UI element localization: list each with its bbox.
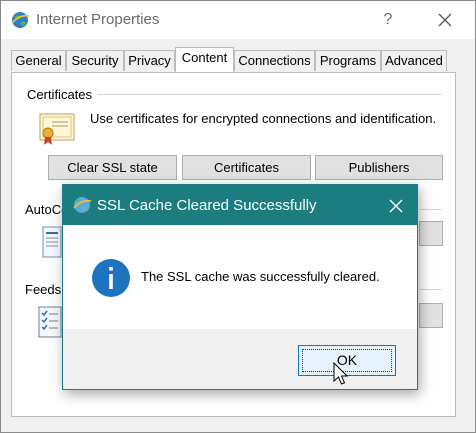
help-button[interactable]: ? [375, 7, 401, 33]
dialog-footer: OK [63, 329, 417, 389]
dialog-body: The SSL cache was successfully cleared. [63, 225, 417, 329]
ssl-cache-cleared-dialog: SSL Cache Cleared Successfully The SSL c… [62, 184, 418, 390]
certificates-heading: Certificates [27, 87, 97, 102]
tab-connections[interactable]: Connections [234, 50, 315, 71]
dialog-title: SSL Cache Cleared Successfully [97, 197, 317, 214]
tab-content[interactable]: Content [175, 47, 234, 72]
window-title: Internet Properties [36, 11, 160, 28]
title-bar: Internet Properties ? [1, 1, 475, 39]
feeds-checklist-icon [38, 306, 62, 338]
dialog-title-bar: SSL Cache Cleared Successfully [63, 185, 417, 225]
clear-ssl-state-button[interactable]: Clear SSL state [48, 155, 177, 180]
dialog-message: The SSL cache was successfully cleared. [141, 269, 380, 284]
tab-general[interactable]: General [11, 50, 66, 71]
tab-strip: General Security Privacy Connections Pro… [11, 47, 457, 72]
tab-security[interactable]: Security [66, 50, 124, 71]
internet-globe-icon [11, 12, 30, 28]
tab-advanced[interactable]: Advanced [381, 50, 447, 71]
autocomplete-settings-button[interactable] [419, 221, 443, 246]
tab-privacy[interactable]: Privacy [124, 50, 175, 71]
feeds-group-divider [419, 289, 442, 290]
certificates-button[interactable]: Certificates [182, 155, 311, 180]
certificates-description: Use certificates for encrypted connectio… [90, 111, 437, 126]
feeds-heading: Feeds [25, 282, 66, 297]
internet-globe-icon [73, 197, 92, 213]
feeds-settings-button[interactable] [419, 303, 443, 328]
info-icon [92, 259, 130, 297]
close-dialog-button[interactable] [385, 195, 407, 217]
publishers-button[interactable]: Publishers [315, 155, 443, 180]
tab-programs[interactable]: Programs [315, 50, 381, 71]
autocomplete-group-divider [419, 209, 442, 210]
certificate-icon [39, 113, 75, 145]
close-window-button[interactable] [431, 7, 459, 33]
certificates-group-divider [97, 94, 442, 95]
autocomplete-icon [42, 226, 62, 258]
mouse-pointer-icon [333, 362, 349, 385]
